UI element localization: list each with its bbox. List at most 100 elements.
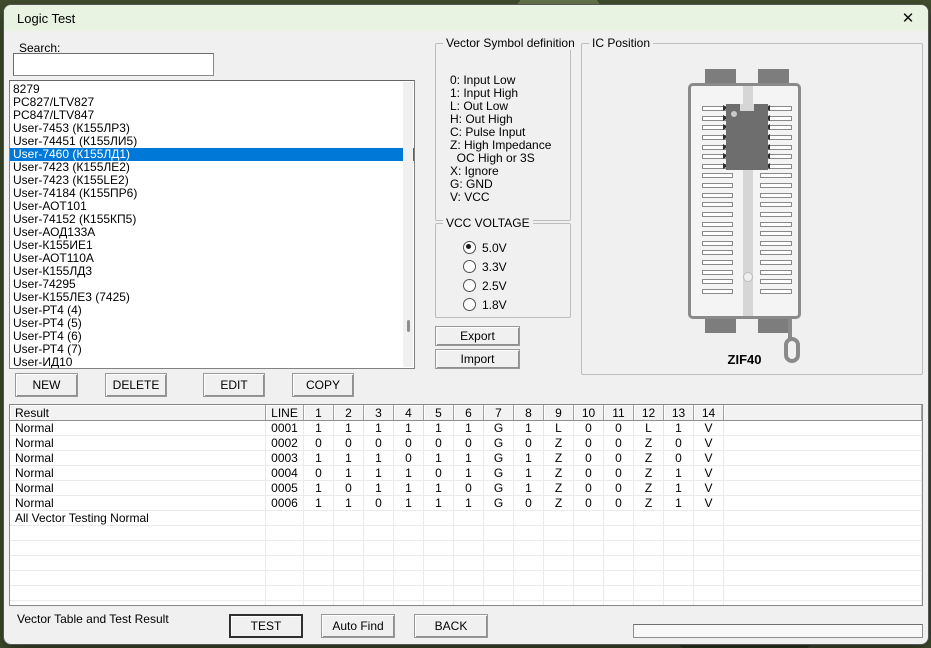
list-item[interactable]: User-АОТ101	[10, 200, 414, 213]
list-scrollbar[interactable]	[403, 82, 413, 367]
new-button[interactable]: NEW	[15, 373, 78, 397]
result-cell: Normal	[10, 421, 266, 436]
copy-button[interactable]: COPY	[292, 373, 354, 397]
vcc-option[interactable]: 3.3V	[463, 257, 507, 276]
pin-slot	[760, 279, 792, 284]
column-header[interactable]: Result	[10, 405, 266, 421]
pin-slot	[702, 289, 733, 294]
result-cell: Normal	[10, 436, 266, 451]
list-item[interactable]: User-7460 (К155ЛД1)	[10, 148, 414, 161]
list-item[interactable]: User-74184 (К155ПР6)	[10, 187, 414, 200]
auto-find-button[interactable]: Auto Find	[321, 614, 395, 638]
vector-cell: 0	[364, 436, 394, 451]
column-header[interactable]	[724, 405, 922, 421]
vcc-option[interactable]: 5.0V	[463, 238, 507, 257]
column-header[interactable]: 11	[604, 405, 634, 421]
list-item[interactable]: User-РТ4 (7)	[10, 343, 414, 356]
result-cell: All Vector Testing Normal	[10, 511, 266, 526]
table-row[interactable]: Normal0003111011G1Z00Z0V	[10, 451, 922, 466]
list-item[interactable]: User-К155ЛЕ3 (7425)	[10, 291, 414, 304]
list-item[interactable]: User-74295	[10, 278, 414, 291]
delete-button[interactable]: DELETE	[105, 373, 167, 397]
list-item[interactable]: PC827/LTV827	[10, 96, 414, 109]
result-cell	[10, 541, 266, 556]
vector-cell: 0	[514, 496, 544, 511]
vcc-option[interactable]: 2.5V	[463, 276, 507, 295]
import-button[interactable]: Import	[435, 349, 520, 369]
logic-test-dialog: Logic Test ✕ Search: 8279PC827/LTV827PC8…	[3, 4, 929, 645]
column-header[interactable]: 6	[454, 405, 484, 421]
export-button[interactable]: Export	[435, 326, 520, 346]
column-header[interactable]: 12	[634, 405, 664, 421]
vector-cell: 1	[424, 421, 454, 436]
list-item[interactable]: PC847/LTV847	[10, 109, 414, 122]
list-item[interactable]: User-РТ4 (6)	[10, 330, 414, 343]
table-row[interactable]: Normal0005101110G1Z00Z1V	[10, 481, 922, 496]
table-row[interactable]: Normal0006110111G0Z00Z1V	[10, 496, 922, 511]
test-button[interactable]: TEST	[229, 614, 303, 638]
list-item[interactable]: 8279	[10, 83, 414, 96]
table-row[interactable]: Normal0002000000G0Z00Z0V	[10, 436, 922, 451]
list-item[interactable]: User-АОД133А	[10, 226, 414, 239]
edit-button[interactable]: EDIT	[203, 373, 265, 397]
table-row[interactable]: Normal0001111111G1L00L1V	[10, 421, 922, 436]
column-header[interactable]: 1	[304, 405, 334, 421]
vector-cell	[694, 511, 724, 526]
column-header[interactable]: 9	[544, 405, 574, 421]
scrollbar-thumb[interactable]	[407, 320, 410, 332]
vector-cell	[634, 586, 664, 601]
close-icon[interactable]: ✕	[893, 7, 923, 29]
pin-slot	[702, 183, 733, 188]
vector-cell	[604, 526, 634, 541]
column-header[interactable]: 3	[364, 405, 394, 421]
column-header[interactable]: LINE	[266, 405, 304, 421]
vector-cell: Z	[634, 451, 664, 466]
column-header[interactable]: 14	[694, 405, 724, 421]
column-header[interactable]: 4	[394, 405, 424, 421]
vector-cell	[334, 571, 364, 586]
vector-cell	[514, 511, 544, 526]
table-row[interactable]: Normal0004011101G1Z00Z1V	[10, 466, 922, 481]
vector-cell: 0	[424, 436, 454, 451]
list-item[interactable]: User-7423 (К155LE2)	[10, 174, 414, 187]
column-header[interactable]: 5	[424, 405, 454, 421]
column-header[interactable]: 2	[334, 405, 364, 421]
vector-cell	[424, 511, 454, 526]
pin-slot	[760, 260, 792, 265]
column-header[interactable]: 10	[574, 405, 604, 421]
vcc-option[interactable]: 1.8V	[463, 295, 507, 314]
column-header[interactable]: 13	[664, 405, 694, 421]
back-button[interactable]: BACK	[414, 614, 488, 638]
line-cell: 0006	[266, 496, 304, 511]
vector-cell: V	[694, 466, 724, 481]
vector-cell	[454, 526, 484, 541]
list-item[interactable]: User-74451 (К155ЛИ5)	[10, 135, 414, 148]
search-input[interactable]	[13, 53, 214, 76]
list-item[interactable]: User-74152 (К155КП5)	[10, 213, 414, 226]
vector-cell	[364, 571, 394, 586]
vector-cell	[334, 541, 364, 556]
vector-cell	[634, 541, 664, 556]
vector-table-body: Normal0001111111G1L00L1VNormal0002000000…	[10, 421, 922, 606]
list-item[interactable]: User-РТ4 (4)	[10, 304, 414, 317]
list-item[interactable]: User-АОТ110А	[10, 252, 414, 265]
pin-slot	[702, 270, 733, 275]
vector-table-header: ResultLINE1234567891011121314	[10, 405, 922, 421]
vector-cell	[574, 511, 604, 526]
vector-cell	[424, 526, 454, 541]
vector-cell: 1	[514, 451, 544, 466]
list-item[interactable]: User-ИД10	[10, 356, 414, 369]
device-list[interactable]: 8279PC827/LTV827PC847/LTV847User-7453 (К…	[9, 80, 415, 369]
zif-socket: ZIF40	[582, 44, 922, 374]
list-item[interactable]: User-К155ИЕ1	[10, 239, 414, 252]
list-item[interactable]: User-7453 (К155ЛР3)	[10, 122, 414, 135]
vector-cell	[694, 601, 724, 606]
list-item[interactable]: User-7423 (К155ЛЕ2)	[10, 161, 414, 174]
list-item[interactable]: User-К155ЛД3	[10, 265, 414, 278]
column-header[interactable]: 7	[484, 405, 514, 421]
list-item[interactable]: User-РТ4 (5)	[10, 317, 414, 330]
vector-cell: 0	[514, 436, 544, 451]
vector-cell: Z	[634, 466, 664, 481]
vector-symbol-line: V: VCC	[450, 191, 551, 204]
column-header[interactable]: 8	[514, 405, 544, 421]
